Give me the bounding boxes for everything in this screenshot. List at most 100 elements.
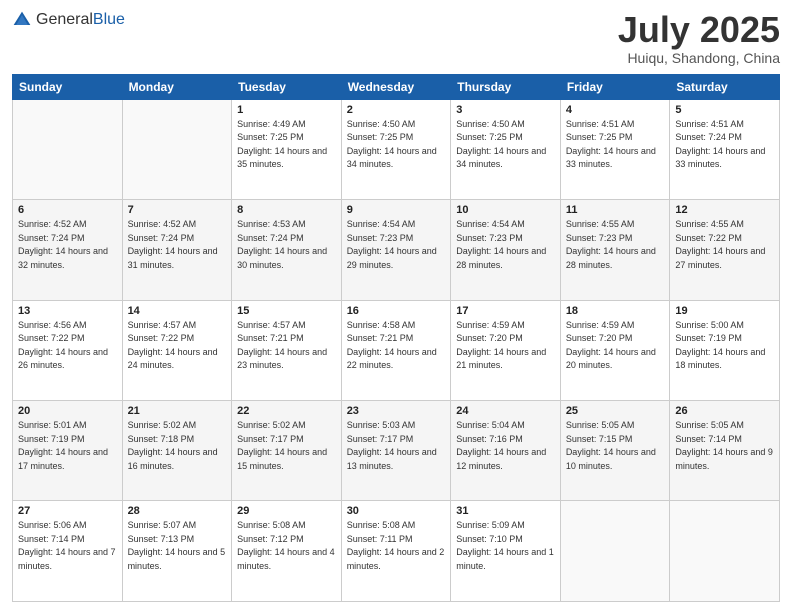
table-row: 20 Sunrise: 5:01 AM Sunset: 7:19 PM Dayli… <box>13 401 123 501</box>
table-row: 28 Sunrise: 5:07 AM Sunset: 7:13 PM Dayli… <box>122 501 232 602</box>
col-friday: Friday <box>560 74 670 99</box>
table-row: 5Sunrise: 4:51 AM Sunset: 7:24 PM Daylig… <box>670 99 780 199</box>
col-tuesday: Tuesday <box>232 74 342 99</box>
table-row: 15Sunrise: 4:57 AM Sunset: 7:21 PM Dayli… <box>232 300 342 400</box>
day-number: 24 <box>456 405 555 417</box>
week-row-5: 27 Sunrise: 5:06 AM Sunset: 7:14 PM Dayli… <box>13 501 780 602</box>
page-container: GeneralBlue July 2025 Huiqu, Shandong, C… <box>0 0 792 612</box>
table-row <box>560 501 670 602</box>
day-number: 11 <box>566 204 665 216</box>
table-row: 1 Sunrise: 4:49 AM Sunset: 7:25 PM Daylig… <box>232 99 342 199</box>
day-info: Sunrise: 4:50 AM Sunset: 7:25 PM Dayligh… <box>347 118 446 172</box>
table-row: 7 Sunrise: 4:52 AM Sunset: 7:24 PM Daylig… <box>122 200 232 300</box>
day-number: 20 <box>18 405 117 417</box>
day-info: Sunrise: 4:59 AM Sunset: 7:20 PM Dayligh… <box>566 319 665 373</box>
month-title: July 2025 <box>618 10 780 50</box>
day-number: 13 <box>18 305 117 317</box>
table-row: 11 Sunrise: 4:55 AM Sunset: 7:23 PM Dayli… <box>560 200 670 300</box>
calendar-table: Sunday Monday Tuesday Wednesday Thursday… <box>12 74 780 602</box>
logo-icon <box>12 10 32 30</box>
day-info: Sunrise: 4:54 AM Sunset: 7:23 PM Dayligh… <box>456 218 555 272</box>
col-sunday: Sunday <box>13 74 123 99</box>
day-info: Sunrise: 5:00 AM Sunset: 7:19 PM Dayligh… <box>675 319 774 373</box>
table-row: 10Sunrise: 4:54 AM Sunset: 7:23 PM Dayli… <box>451 200 561 300</box>
day-number: 4 <box>566 104 665 116</box>
col-monday: Monday <box>122 74 232 99</box>
table-row: 19 Sunrise: 5:00 AM Sunset: 7:19 PM Dayli… <box>670 300 780 400</box>
day-info: Sunrise: 4:58 AM Sunset: 7:21 PM Dayligh… <box>347 319 446 373</box>
table-row: 30Sunrise: 5:08 AM Sunset: 7:11 PM Dayli… <box>341 501 451 602</box>
table-row: 14Sunrise: 4:57 AM Sunset: 7:22 PM Dayli… <box>122 300 232 400</box>
day-info: Sunrise: 4:52 AM Sunset: 7:24 PM Dayligh… <box>128 218 227 272</box>
day-info: Sunrise: 4:55 AM Sunset: 7:22 PM Dayligh… <box>675 218 774 272</box>
day-info: Sunrise: 5:07 AM Sunset: 7:13 PM Dayligh… <box>128 519 227 573</box>
table-row: 23 Sunrise: 5:03 AM Sunset: 7:17 PM Dayli… <box>341 401 451 501</box>
col-wednesday: Wednesday <box>341 74 451 99</box>
day-info: Sunrise: 4:51 AM Sunset: 7:25 PM Dayligh… <box>566 118 665 172</box>
day-number: 6 <box>18 204 117 216</box>
day-info: Sunrise: 4:56 AM Sunset: 7:22 PM Dayligh… <box>18 319 117 373</box>
day-number: 28 <box>128 505 227 517</box>
table-row <box>670 501 780 602</box>
day-number: 7 <box>128 204 227 216</box>
day-info: Sunrise: 4:59 AM Sunset: 7:20 PM Dayligh… <box>456 319 555 373</box>
day-info: Sunrise: 4:54 AM Sunset: 7:23 PM Dayligh… <box>347 218 446 272</box>
day-info: Sunrise: 5:05 AM Sunset: 7:15 PM Dayligh… <box>566 419 665 473</box>
table-row: 4 Sunrise: 4:51 AM Sunset: 7:25 PM Daylig… <box>560 99 670 199</box>
day-number: 29 <box>237 505 336 517</box>
day-number: 9 <box>347 204 446 216</box>
table-row: 3 Sunrise: 4:50 AM Sunset: 7:25 PM Daylig… <box>451 99 561 199</box>
week-row-2: 6 Sunrise: 4:52 AM Sunset: 7:24 PM Daylig… <box>13 200 780 300</box>
table-row: 16 Sunrise: 4:58 AM Sunset: 7:21 PM Dayli… <box>341 300 451 400</box>
col-saturday: Saturday <box>670 74 780 99</box>
day-info: Sunrise: 4:51 AM Sunset: 7:24 PM Dayligh… <box>675 118 774 172</box>
day-number: 18 <box>566 305 665 317</box>
table-row: 31Sunrise: 5:09 AM Sunset: 7:10 PM Dayli… <box>451 501 561 602</box>
day-number: 22 <box>237 405 336 417</box>
day-info: Sunrise: 4:52 AM Sunset: 7:24 PM Dayligh… <box>18 218 117 272</box>
table-row: 12Sunrise: 4:55 AM Sunset: 7:22 PM Dayli… <box>670 200 780 300</box>
col-thursday: Thursday <box>451 74 561 99</box>
title-block: July 2025 Huiqu, Shandong, China <box>618 10 780 66</box>
day-number: 16 <box>347 305 446 317</box>
day-number: 1 <box>237 104 336 116</box>
day-number: 30 <box>347 505 446 517</box>
table-row: 29 Sunrise: 5:08 AM Sunset: 7:12 PM Dayli… <box>232 501 342 602</box>
table-row <box>13 99 123 199</box>
table-row: 8Sunrise: 4:53 AM Sunset: 7:24 PM Daylig… <box>232 200 342 300</box>
day-number: 2 <box>347 104 446 116</box>
table-row <box>122 99 232 199</box>
day-number: 23 <box>347 405 446 417</box>
day-info: Sunrise: 5:03 AM Sunset: 7:17 PM Dayligh… <box>347 419 446 473</box>
day-info: Sunrise: 5:02 AM Sunset: 7:17 PM Dayligh… <box>237 419 336 473</box>
calendar-header-row: Sunday Monday Tuesday Wednesday Thursday… <box>13 74 780 99</box>
header: GeneralBlue July 2025 Huiqu, Shandong, C… <box>12 10 780 66</box>
logo-blue: Blue <box>93 11 125 28</box>
table-row: 17 Sunrise: 4:59 AM Sunset: 7:20 PM Dayli… <box>451 300 561 400</box>
table-row: 6 Sunrise: 4:52 AM Sunset: 7:24 PM Daylig… <box>13 200 123 300</box>
day-number: 25 <box>566 405 665 417</box>
logo-text: GeneralBlue <box>36 11 125 29</box>
day-number: 21 <box>128 405 227 417</box>
day-info: Sunrise: 4:55 AM Sunset: 7:23 PM Dayligh… <box>566 218 665 272</box>
table-row: 13 Sunrise: 4:56 AM Sunset: 7:22 PM Dayli… <box>13 300 123 400</box>
table-row: 22 Sunrise: 5:02 AM Sunset: 7:17 PM Dayli… <box>232 401 342 501</box>
day-number: 3 <box>456 104 555 116</box>
day-info: Sunrise: 4:49 AM Sunset: 7:25 PM Dayligh… <box>237 118 336 172</box>
week-row-1: 1 Sunrise: 4:49 AM Sunset: 7:25 PM Daylig… <box>13 99 780 199</box>
day-number: 17 <box>456 305 555 317</box>
week-row-3: 13 Sunrise: 4:56 AM Sunset: 7:22 PM Dayli… <box>13 300 780 400</box>
day-info: Sunrise: 5:08 AM Sunset: 7:12 PM Dayligh… <box>237 519 336 573</box>
day-info: Sunrise: 4:57 AM Sunset: 7:21 PM Dayligh… <box>237 319 336 373</box>
day-info: Sunrise: 5:01 AM Sunset: 7:19 PM Dayligh… <box>18 419 117 473</box>
day-number: 27 <box>18 505 117 517</box>
day-info: Sunrise: 5:06 AM Sunset: 7:14 PM Dayligh… <box>18 519 117 573</box>
table-row: 18 Sunrise: 4:59 AM Sunset: 7:20 PM Dayli… <box>560 300 670 400</box>
day-info: Sunrise: 5:05 AM Sunset: 7:14 PM Dayligh… <box>675 419 774 473</box>
day-info: Sunrise: 4:50 AM Sunset: 7:25 PM Dayligh… <box>456 118 555 172</box>
day-info: Sunrise: 5:04 AM Sunset: 7:16 PM Dayligh… <box>456 419 555 473</box>
day-number: 19 <box>675 305 774 317</box>
logo: GeneralBlue <box>12 10 125 30</box>
table-row: 25 Sunrise: 5:05 AM Sunset: 7:15 PM Dayli… <box>560 401 670 501</box>
day-number: 14 <box>128 305 227 317</box>
